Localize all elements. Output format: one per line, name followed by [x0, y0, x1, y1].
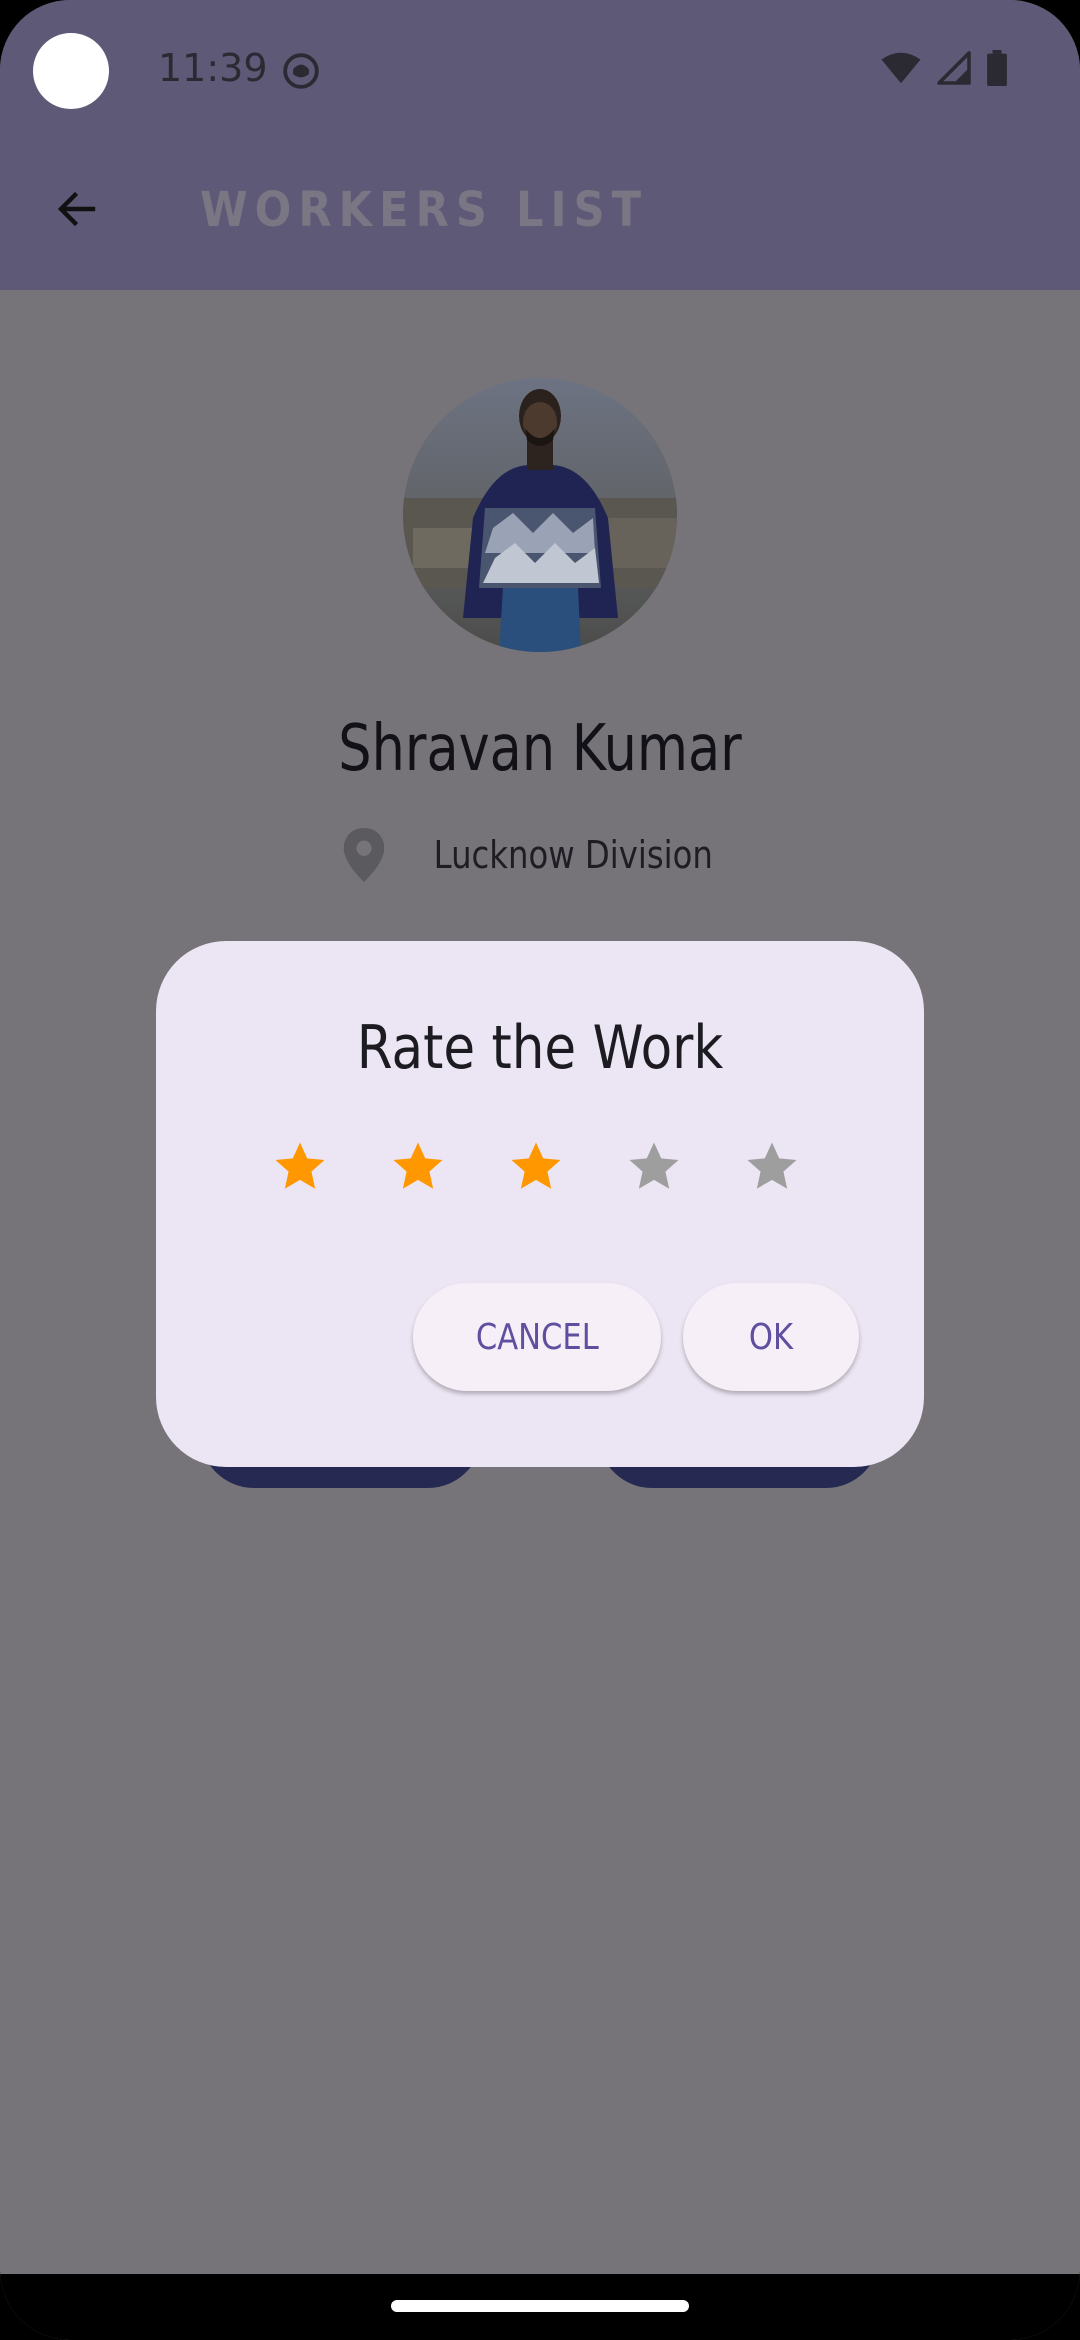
star-icon[interactable]	[390, 1139, 446, 1195]
camera-cutout	[33, 33, 109, 109]
star-icon[interactable]	[508, 1139, 564, 1195]
back-button[interactable]	[40, 172, 114, 246]
worker-avatar	[403, 378, 677, 652]
status-icons	[880, 50, 1008, 86]
rating-dialog: Rate the Work CANCEL OK	[156, 941, 924, 1467]
worker-location: Lucknow Division	[0, 828, 1080, 882]
page-title: WORKERS LIST	[200, 182, 649, 238]
location-pin-icon	[343, 828, 384, 882]
dialog-title: Rate the Work	[356, 1013, 724, 1083]
star-icon[interactable]	[272, 1139, 328, 1195]
location-text: Lucknow Division	[433, 833, 713, 877]
ok-button-label: OK	[748, 1316, 794, 1358]
notification-icon	[283, 53, 319, 89]
rating-stars[interactable]	[272, 1139, 800, 1195]
ok-button[interactable]: OK	[683, 1283, 859, 1391]
star-icon[interactable]	[744, 1139, 800, 1195]
star-icon[interactable]	[626, 1139, 682, 1195]
phone-screen: 11:39 WORKERS LIST Shravan Kumar Lucknow…	[0, 0, 1080, 2340]
cellular-signal-icon	[937, 51, 971, 85]
cancel-button-label: CANCEL	[475, 1316, 599, 1358]
battery-icon	[987, 50, 1007, 86]
arrow-back-icon	[57, 191, 96, 227]
wifi-icon	[881, 52, 921, 84]
status-time: 11:39	[158, 46, 268, 90]
home-gesture-handle[interactable]	[391, 2300, 689, 2312]
worker-name: Shravan Kumar	[338, 712, 742, 786]
cancel-button[interactable]: CANCEL	[413, 1283, 661, 1391]
app-header: 11:39 WORKERS LIST	[0, 0, 1080, 290]
